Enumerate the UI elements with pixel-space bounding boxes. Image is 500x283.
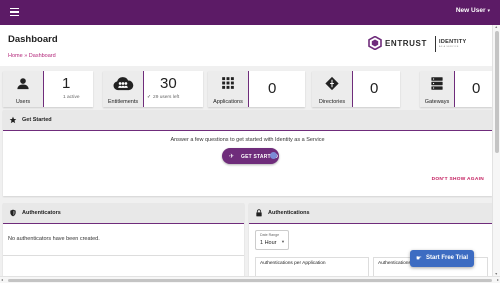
stat-sub-text: 29 users left	[153, 95, 180, 100]
stat-icon-box: Directories	[312, 71, 353, 107]
stat-subtext: ✓ 29 users left	[147, 95, 179, 100]
stat-icon-box: Gateways	[420, 71, 455, 107]
start-free-trial-button[interactable]: ☛ Start Free Trial	[410, 250, 474, 267]
menu-icon[interactable]	[10, 8, 19, 17]
stat-label: Entitlements	[107, 99, 139, 105]
authenticators-panel: Authenticators No authenticators have be…	[3, 203, 244, 276]
page-title: Dashboard	[8, 34, 58, 45]
apps-grid-icon	[222, 77, 234, 89]
get-started-panel: Get Started Answer a few questions to ge…	[3, 110, 492, 196]
stat-sub-text: 1 active	[63, 95, 80, 100]
stat-value: 0	[268, 80, 277, 97]
top-app-bar: New User ▾	[0, 0, 500, 25]
stat-value: 30	[160, 75, 177, 92]
hand-pointer-icon: ☛	[416, 255, 422, 262]
scroll-left-icon[interactable]: ◂	[1, 277, 3, 282]
entrust-mark-icon	[368, 36, 382, 50]
stat-label: Applications	[213, 99, 243, 105]
vertical-scrollbar[interactable]: ▲ ▼	[492, 25, 500, 276]
stat-label: Gateways	[424, 99, 450, 105]
stat-value: 0	[472, 80, 481, 97]
panel-header: Authentications	[249, 203, 492, 224]
breadcrumb[interactable]: Home » Dashboard	[8, 53, 56, 59]
page-header: Dashboard Home » Dashboard ENTRUST IDENT…	[0, 25, 492, 66]
directory-icon	[325, 76, 339, 91]
dont-show-again-link[interactable]: DON'T SHOW AGAIN	[432, 177, 484, 182]
panel-title: Get Started	[22, 117, 52, 123]
stat-subtext: 1 active	[63, 95, 80, 100]
user-menu[interactable]: New User ▾	[456, 7, 490, 14]
start-free-trial-label: Start Free Trial	[426, 255, 469, 261]
date-range-label: Date Range	[260, 233, 280, 237]
logo-word: ENTRUST	[385, 39, 427, 48]
stat-value: 0	[370, 80, 379, 97]
scrollbar-thumb[interactable]	[494, 31, 499, 153]
lock-icon	[256, 209, 262, 217]
date-range-select[interactable]: Date Range 1 Hour ▼	[255, 230, 289, 250]
stat-card-directories[interactable]: Directories 0	[312, 71, 400, 107]
logo-identity: IDENTITY AS A SERVICE	[439, 39, 466, 48]
gateway-server-icon	[431, 77, 443, 90]
stat-icon-box: Entitlements	[103, 71, 144, 107]
stat-icon-box: Users	[3, 71, 44, 107]
chevron-down-icon: ▾	[487, 8, 490, 14]
auth-per-application-card: Authentications per Application	[255, 257, 369, 276]
chevron-down-icon: ▼	[281, 239, 285, 244]
star-icon	[9, 116, 17, 124]
stat-value: 1	[62, 75, 71, 92]
stat-icon-box: Applications	[208, 71, 249, 107]
stat-card-gateways[interactable]: Gateways 0	[420, 71, 492, 107]
get-started-button[interactable]: ✈ GET STARTED	[222, 148, 279, 164]
user-icon	[17, 78, 29, 90]
panel-header: Get Started	[3, 110, 492, 131]
panel-header: Authenticators	[3, 203, 244, 224]
entrust-logo: ENTRUST IDENTITY AS A SERVICE	[368, 36, 478, 52]
divider	[3, 255, 244, 256]
stat-card-entitlements[interactable]: Entitlements 30 ✓ 29 users left	[103, 71, 203, 107]
stat-label: Users	[15, 99, 31, 105]
logo-divider	[435, 36, 436, 52]
scroll-up-icon[interactable]: ▲	[495, 25, 498, 29]
shield-icon	[10, 209, 16, 217]
cloud-users-icon	[113, 77, 134, 91]
user-menu-label: New User	[455, 7, 486, 14]
panel-title: Authentications	[268, 210, 310, 216]
scroll-right-icon[interactable]: ▸	[497, 277, 499, 282]
stat-label: Directories	[318, 99, 346, 105]
logo-identity-sub: AS A SERVICE	[439, 46, 459, 48]
cursor-dot	[270, 152, 277, 159]
empty-message: No authenticators have been created.	[8, 236, 100, 242]
plane-icon: ✈	[229, 154, 235, 160]
stat-card-users[interactable]: Users 1 1 active	[3, 71, 93, 107]
date-range-value: 1 Hour	[260, 239, 277, 246]
logo-identity-text: IDENTITY	[439, 39, 467, 45]
scrollbar-thumb[interactable]	[8, 278, 492, 282]
stat-card-applications[interactable]: Applications 0	[208, 71, 305, 107]
check-icon: ✓	[147, 95, 152, 100]
get-started-prompt: Answer a few questions to get started wi…	[170, 137, 325, 143]
panel-title: Authenticators	[22, 210, 61, 216]
card-title: Authentications per Application	[260, 261, 326, 266]
